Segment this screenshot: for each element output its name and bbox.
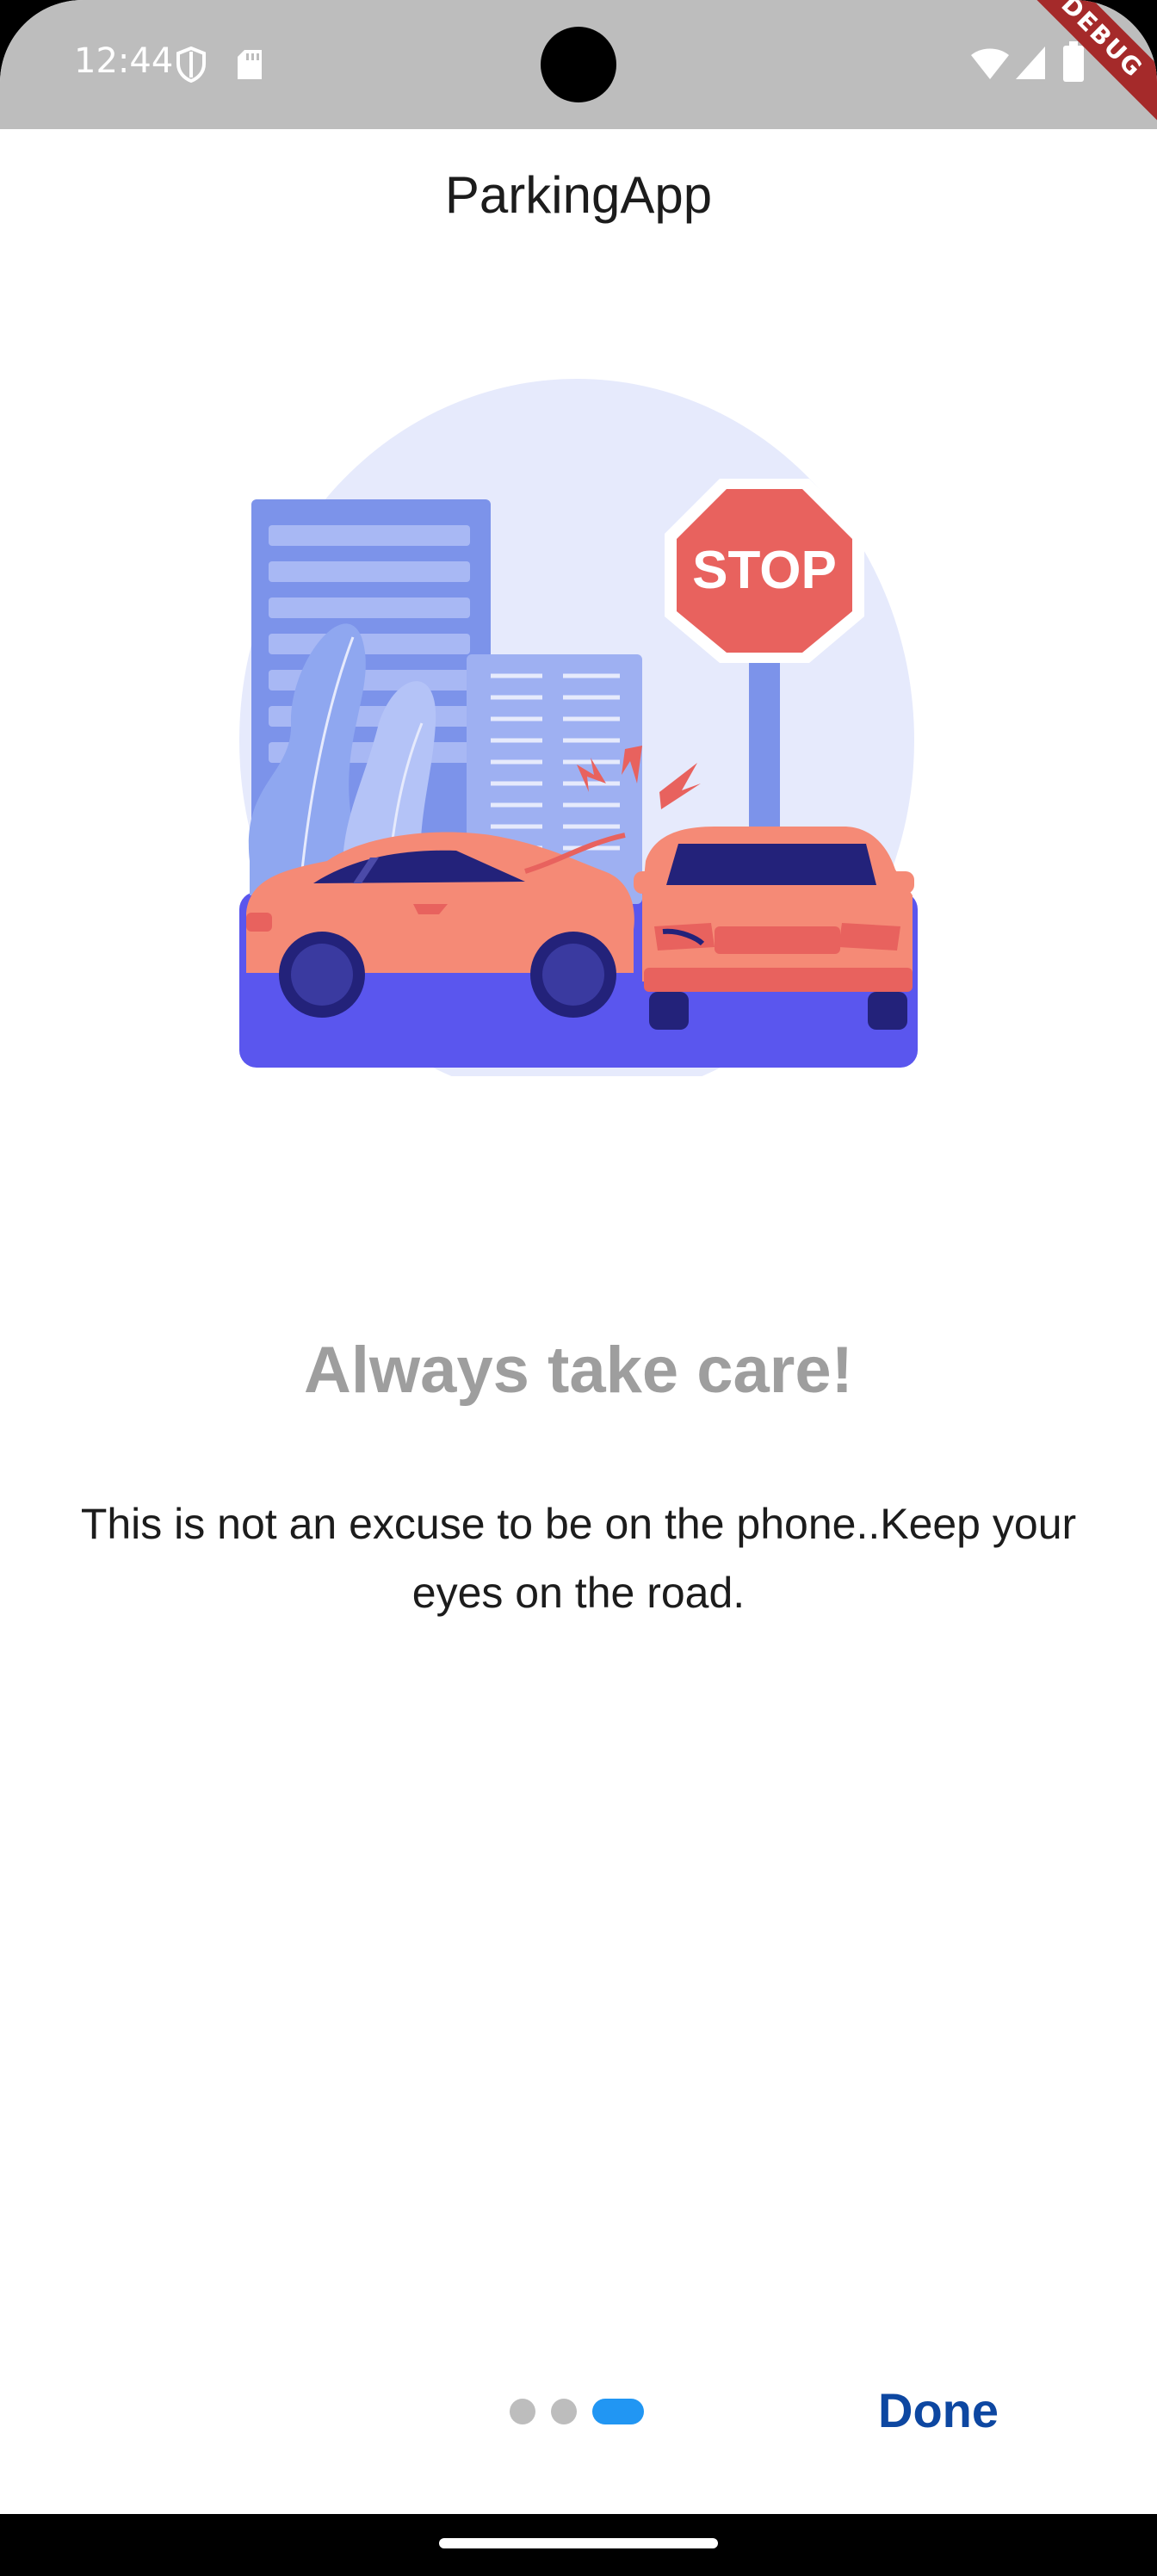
onboarding-heading: Always take care! (304, 1334, 853, 1407)
car-accident-illustration: STOP (239, 379, 918, 1076)
status-time: 12:44 (74, 41, 174, 81)
page-dot-1[interactable] (510, 2399, 535, 2424)
app-title: ParkingApp (444, 166, 713, 224)
sd-card-icon (238, 50, 262, 79)
page-dot-2[interactable] (551, 2399, 577, 2424)
onboarding-body: This is not an excuse to be on the phone… (80, 1500, 1077, 1617)
stop-sign-text: STOP (692, 541, 837, 600)
signal-icon (1016, 46, 1045, 79)
wifi-icon (971, 48, 1009, 79)
battery-icon (1063, 41, 1084, 82)
screen: 12:44 DEBUG ParkingApp STOP Always take … (0, 0, 1157, 2576)
shield-icon (176, 46, 206, 83)
done-button[interactable]: Done (861, 2376, 1016, 2445)
page-dot-3-active[interactable] (592, 2399, 644, 2424)
home-gesture-handle[interactable] (439, 2538, 718, 2548)
front-camera (541, 27, 616, 102)
status-bar: 12:44 DEBUG (0, 0, 1157, 143)
